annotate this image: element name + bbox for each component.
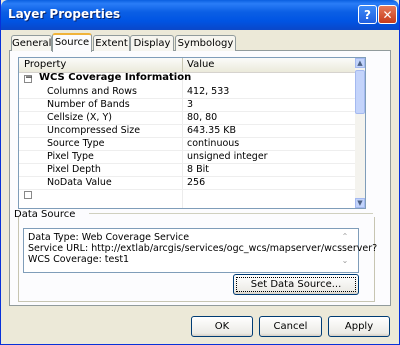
property-grid[interactable]: Property Value − WCS Coverage Informatio… xyxy=(18,57,366,209)
expand-icon[interactable] xyxy=(24,191,32,199)
tab-extent[interactable]: Extent xyxy=(93,35,130,51)
column-header-property[interactable]: Property xyxy=(24,59,66,70)
table-row[interactable]: Uncompressed Size 643.35 KB xyxy=(19,125,355,138)
category-row[interactable]: − WCS Coverage Information xyxy=(19,72,355,85)
table-row[interactable]: Source Type continuous xyxy=(19,138,355,151)
table-row[interactable]: Pixel Type unsigned integer xyxy=(19,151,355,164)
table-row[interactable]: NoData Value 256 xyxy=(19,177,355,190)
ok-button[interactable]: OK xyxy=(191,316,253,337)
tab-source[interactable]: Source xyxy=(52,33,92,52)
table-row[interactable]: Number of Bands 3 xyxy=(19,99,355,112)
scroll-down-arrow-icon[interactable]: ▼ xyxy=(355,198,365,208)
close-button[interactable]: ✕ xyxy=(378,5,397,24)
collapse-icon[interactable]: − xyxy=(24,74,33,83)
category-label: WCS Coverage Information xyxy=(39,72,192,83)
table-row-partial[interactable] xyxy=(19,190,355,202)
grid-header: Property Value xyxy=(19,58,365,73)
cancel-button[interactable]: Cancel xyxy=(259,316,322,337)
column-header-value[interactable]: Value xyxy=(187,59,214,70)
data-source-text[interactable]: Data Type: Web Coverage Service Service … xyxy=(23,228,377,273)
table-row[interactable]: Columns and Rows 412, 533 xyxy=(19,86,355,99)
table-row[interactable]: Pixel Depth 8 Bit xyxy=(19,164,355,177)
scroll-up-arrow-icon[interactable]: ⌃ xyxy=(340,232,350,242)
apply-button[interactable]: Apply xyxy=(328,316,390,337)
table-row[interactable]: Cellsize (X, Y) 80, 80 xyxy=(19,112,355,125)
tab-symbology[interactable]: Symbology xyxy=(175,35,236,51)
title-bar[interactable]: Layer Properties ? ✕ xyxy=(1,0,399,30)
window-title: Layer Properties xyxy=(8,7,121,21)
data-source-scrollbar[interactable]: ⌃ ⌄ xyxy=(340,232,352,270)
scroll-down-arrow-icon[interactable]: ⌄ xyxy=(340,256,350,266)
tab-general[interactable]: General xyxy=(11,35,52,51)
scroll-up-arrow-icon[interactable]: ▲ xyxy=(355,58,365,68)
grid-scrollbar[interactable]: ▲ ▼ xyxy=(355,58,365,208)
help-button[interactable]: ? xyxy=(358,5,377,24)
layer-properties-dialog: Layer Properties ? ✕ General Source Exte… xyxy=(0,0,400,345)
scroll-thumb[interactable] xyxy=(355,70,365,114)
set-data-source-button[interactable]: Set Data Source... xyxy=(233,274,359,295)
close-icon: ✕ xyxy=(382,7,393,22)
help-icon: ? xyxy=(364,7,371,22)
tab-display[interactable]: Display xyxy=(130,35,174,51)
data-source-label: Data Source xyxy=(14,209,76,220)
